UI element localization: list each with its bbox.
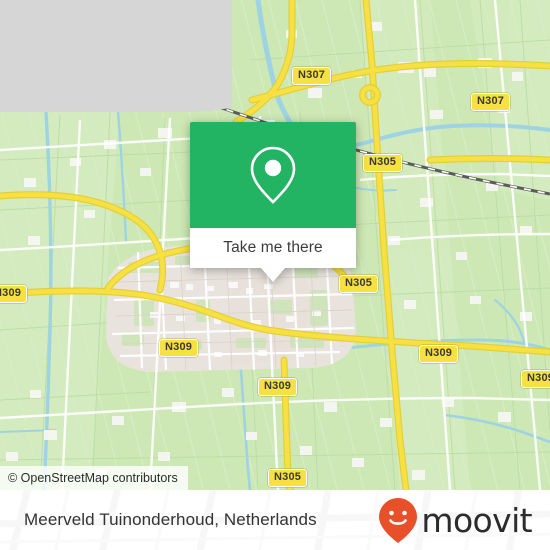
popup-tail xyxy=(261,268,285,282)
popup-header xyxy=(190,122,356,228)
map-screenshot: N307 N307 N305 N309 N305 N309 N309 N309 … xyxy=(0,0,550,550)
moovit-smiley-pin-icon xyxy=(379,498,418,543)
road-shield-n309-b: N309 xyxy=(159,339,199,357)
moovit-wordmark: moovit xyxy=(421,500,532,540)
road-shield-n309-a: N309 xyxy=(0,285,28,303)
footer-bar: Meerveld Tuinonderhoud, Netherlands moov… xyxy=(0,490,550,550)
road-shield-n309-e: N309 xyxy=(521,370,550,388)
moovit-logo[interactable]: moovit xyxy=(377,496,533,544)
attribution-text: © OpenStreetMap contributors xyxy=(8,471,178,485)
map-pin-icon xyxy=(250,146,296,204)
location-title: Meerveld Tuinonderhoud, Netherlands xyxy=(24,510,317,529)
map-marker-popup[interactable]: Take me there xyxy=(190,122,356,282)
road-shield-n305-a: N305 xyxy=(363,154,403,172)
road-shield-n305-c: N305 xyxy=(268,469,308,487)
popup-cta-label: Take me there xyxy=(223,239,323,256)
popup-cta[interactable]: Take me there xyxy=(190,228,356,282)
map-canvas[interactable]: N307 N307 N305 N309 N305 N309 N309 N309 … xyxy=(0,0,550,490)
road-shield-n309-c: N309 xyxy=(419,345,459,363)
road-shield-n307-a: N307 xyxy=(292,67,332,85)
map-attribution[interactable]: © OpenStreetMap contributors xyxy=(0,466,188,490)
road-shield-n309-d: N309 xyxy=(258,378,298,396)
road-shield-n307-b: N307 xyxy=(471,93,511,111)
road-shield-n305-b: N305 xyxy=(339,275,379,293)
